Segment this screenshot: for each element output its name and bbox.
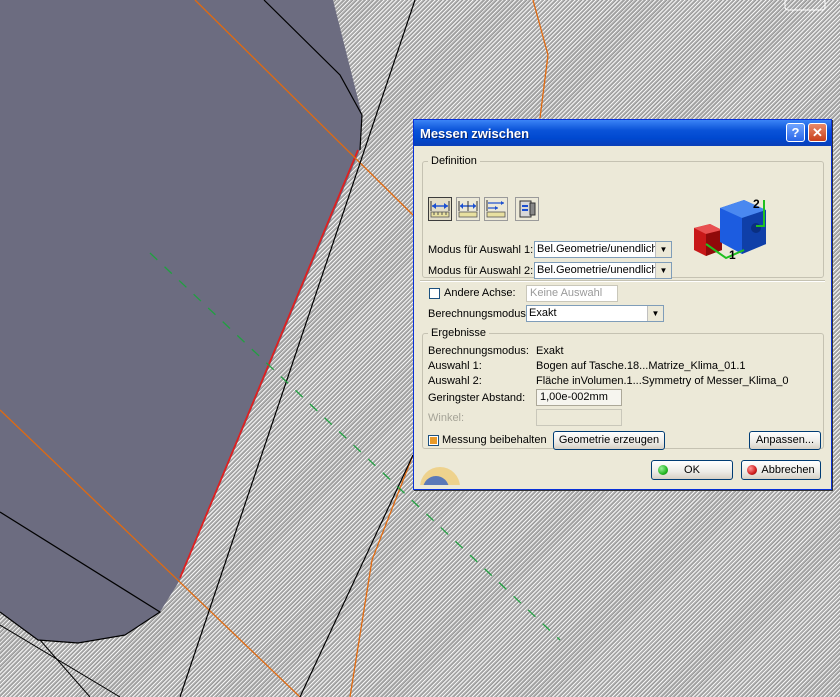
chevron-down-icon[interactable]: ▼	[655, 263, 671, 278]
measure-fan-icon	[486, 200, 506, 218]
mode1-value: Bel.Geometrie/unendlich	[537, 243, 658, 255]
angle-label: Winkel:	[428, 412, 465, 424]
min-distance-label: Geringster Abstand:	[428, 392, 526, 404]
other-axis-value: Keine Auswahl	[530, 287, 603, 299]
part-edge-orange-3	[532, 0, 549, 119]
keep-measure-checkbox[interactable]	[428, 435, 439, 446]
calc-mode-value: Exakt	[529, 307, 557, 319]
part-edge-orange-4	[349, 454, 414, 697]
result-calc-mode-value: Exakt	[536, 345, 564, 357]
calc-mode-select[interactable]: Exakt ▼	[526, 305, 664, 322]
part-edge-black-4	[299, 454, 414, 697]
mode1-label: Modus für Auswahl 1:	[428, 244, 534, 256]
close-button[interactable]: ✕	[808, 123, 827, 142]
angle-field	[536, 409, 622, 426]
other-axis-label: Andere Achse:	[444, 287, 516, 299]
cancel-label: Abbrechen	[761, 464, 815, 476]
measure-chain-icon	[458, 201, 478, 218]
ok-label: OK	[684, 464, 700, 476]
help-button[interactable]: ?	[786, 123, 805, 142]
chevron-down-icon[interactable]: ▼	[647, 306, 663, 321]
dialog-titlebar[interactable]: Messen zwischen ? ✕	[414, 120, 831, 146]
results-legend: Ergebnisse	[431, 327, 487, 339]
cancel-button[interactable]: Abbrechen	[741, 460, 821, 480]
min-distance-value: 1,00e-002mm	[540, 391, 608, 403]
measure-between-dialog: Messen zwischen ? ✕ Definition 2 1 Modus…	[413, 119, 832, 490]
selection1-label: Auswahl 1:	[428, 360, 482, 372]
checkbox-check-mark	[430, 437, 437, 444]
chevron-down-icon[interactable]: ▼	[655, 242, 671, 257]
measure-customize-icon	[519, 200, 536, 218]
mode2-value: Bel.Geometrie/unendlich	[537, 264, 658, 276]
preview-label-1: 1	[729, 248, 736, 260]
create-geometry-button[interactable]: Geometrie erzeugen	[553, 431, 665, 450]
viewport-corner-widget[interactable]	[784, 0, 826, 11]
measure-customize-tool-button[interactable]	[515, 197, 539, 221]
dialog-body: Definition 2 1 Modus für Auswahl 1: Bel.…	[418, 146, 827, 485]
ok-button[interactable]: OK	[651, 460, 733, 480]
selection2-label: Auswahl 2:	[428, 375, 482, 387]
other-axis-checkbox[interactable]	[429, 288, 440, 299]
measure-chain-tool-button[interactable]	[456, 197, 480, 221]
mode2-select[interactable]: Bel.Geometrie/unendlich ▼	[534, 262, 672, 279]
measure-fan-tool-button[interactable]	[484, 197, 508, 221]
measure-between-tool-button[interactable]	[428, 197, 452, 221]
selection2-value: Fläche inVolumen.1...Symmetry of Messer_…	[536, 375, 789, 387]
selection1-value: Bogen auf Tasche.18...Matrize_Klima_01.1	[536, 360, 746, 372]
cancel-led-icon	[747, 465, 757, 475]
mode1-select[interactable]: Bel.Geometrie/unendlich ▼	[534, 241, 672, 258]
measure-between-icon	[430, 201, 450, 218]
keep-measure-label: Messung beibehalten	[442, 434, 547, 446]
calc-mode-label: Berechnungsmodus:	[428, 308, 529, 320]
ok-led-icon	[658, 465, 668, 475]
selection-preview-graphic: 2 1	[694, 197, 766, 260]
other-axis-field: Keine Auswahl	[526, 285, 618, 302]
min-distance-field: 1,00e-002mm	[536, 389, 622, 406]
mode2-label: Modus für Auswahl 2:	[428, 265, 534, 277]
customize-button[interactable]: Anpassen...	[749, 431, 821, 450]
preview-label-2: 2	[753, 197, 760, 211]
dialog-title: Messen zwischen	[420, 126, 530, 141]
divider	[420, 280, 825, 282]
definition-legend: Definition	[431, 155, 477, 167]
sun-logo	[420, 467, 460, 485]
result-calc-mode-label: Berechnungsmodus:	[428, 345, 529, 357]
